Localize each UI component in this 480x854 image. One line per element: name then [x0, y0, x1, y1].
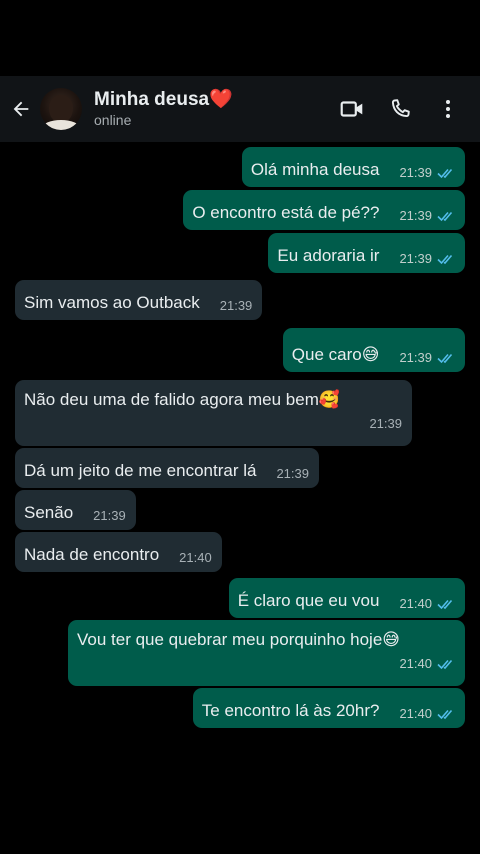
message-row: Não deu uma de falido agora meu bem🥰 21:…	[0, 380, 480, 446]
message-meta: 21:39	[399, 162, 455, 184]
contact-avatar[interactable]	[40, 88, 82, 130]
message-meta: 21:40	[399, 703, 455, 725]
message-time: 21:39	[399, 350, 432, 365]
message-row: Vou ter que quebrar meu porquinho hoje😅 …	[0, 620, 480, 686]
message-time: 21:40	[399, 596, 432, 611]
voice-call-icon	[391, 99, 410, 118]
video-call-button[interactable]	[328, 85, 376, 133]
more-options-icon	[446, 100, 450, 118]
message-row: Dá um jeito de me encontrar lá 21:39	[0, 448, 480, 488]
read-receipt-icon	[437, 658, 455, 670]
message-meta: 21:40	[179, 547, 212, 569]
incoming-message-bubble[interactable]: Nada de encontro 21:40	[15, 532, 222, 572]
message-time: 21:40	[399, 706, 432, 721]
message-meta: 21:39	[399, 205, 455, 227]
chat-header: Minha deusa❤️ online	[0, 76, 480, 142]
message-time: 21:39	[399, 208, 432, 223]
video-call-icon	[340, 101, 363, 117]
outgoing-message-bubble[interactable]: Olá minha deusa 21:39	[241, 147, 465, 187]
contact-info[interactable]: Minha deusa❤️ online	[94, 89, 328, 129]
outgoing-message-bubble[interactable]: Que caro😅 21:39	[282, 328, 465, 372]
message-row: Nada de encontro 21:40	[0, 532, 480, 572]
message-time: 21:39	[399, 251, 432, 266]
back-arrow-icon	[13, 101, 29, 117]
header-actions	[328, 85, 472, 133]
incoming-message-bubble[interactable]: Não deu uma de falido agora meu bem🥰 21:…	[15, 380, 412, 446]
message-time: 21:39	[369, 416, 402, 431]
message-text: Não deu uma de falido agora meu bem🥰	[24, 390, 341, 409]
avatar-face	[49, 95, 73, 123]
incoming-message-bubble[interactable]: Dá um jeito de me encontrar lá 21:39	[15, 448, 319, 488]
message-text: Sim vamos ao Outback	[24, 293, 200, 312]
message-row: Te encontro lá às 20hr? 21:40	[0, 688, 480, 728]
incoming-message-bubble[interactable]: Senão 21:39	[15, 490, 136, 530]
message-meta: 21:39	[276, 463, 309, 485]
message-meta: 21:40	[399, 593, 455, 615]
message-text: Te encontro lá às 20hr?	[201, 701, 380, 720]
outgoing-message-bubble[interactable]: Eu adoraria ir 21:39	[268, 233, 465, 273]
message-text: Eu adoraria ir	[277, 246, 380, 265]
message-row: Eu adoraria ir 21:39	[0, 233, 480, 273]
read-receipt-icon	[437, 708, 455, 720]
outgoing-message-bubble[interactable]: Te encontro lá às 20hr? 21:40	[192, 688, 465, 728]
read-receipt-icon	[437, 253, 455, 265]
message-meta: 21:39	[399, 347, 455, 369]
outgoing-message-bubble[interactable]: É claro que eu vou 21:40	[228, 578, 465, 618]
message-meta: 21:39	[369, 413, 402, 435]
message-text: Olá minha deusa	[250, 160, 380, 179]
message-text: Dá um jeito de me encontrar lá	[24, 461, 257, 480]
message-text: O encontro está de pé??	[192, 203, 380, 222]
outgoing-message-bubble[interactable]: O encontro está de pé?? 21:39	[183, 190, 465, 230]
message-meta: 21:39	[93, 505, 126, 527]
message-time: 21:39	[93, 508, 126, 523]
message-text: Vou ter que quebrar meu porquinho hoje😅	[77, 630, 400, 649]
message-time: 21:39	[399, 165, 432, 180]
message-meta: 21:39	[220, 295, 253, 317]
message-text: Nada de encontro	[24, 545, 160, 564]
more-options-button[interactable]	[424, 85, 472, 133]
voice-call-button[interactable]	[376, 85, 424, 133]
message-row: O encontro está de pé?? 21:39	[0, 190, 480, 230]
message-row: Sim vamos ao Outback 21:39	[0, 280, 480, 320]
incoming-message-bubble[interactable]: Sim vamos ao Outback 21:39	[15, 280, 263, 320]
message-time: 21:40	[399, 656, 432, 671]
contact-name: Minha deusa❤️	[94, 89, 233, 110]
message-meta: 21:40	[399, 653, 455, 675]
message-row: Senão 21:39	[0, 490, 480, 530]
contact-status: online	[94, 112, 132, 128]
message-list[interactable]: Olá minha deusa 21:39 O encontro está de…	[0, 142, 480, 854]
read-receipt-icon	[437, 352, 455, 364]
message-time: 21:40	[179, 550, 212, 565]
avatar-shirt	[42, 120, 80, 130]
message-time: 21:39	[276, 466, 309, 481]
message-text: Senão	[24, 503, 74, 522]
message-text: É claro que eu vou	[237, 591, 380, 610]
message-row: Olá minha deusa 21:39	[0, 147, 480, 187]
read-receipt-icon	[437, 167, 455, 179]
message-text: Que caro😅	[291, 345, 380, 364]
read-receipt-icon	[437, 210, 455, 222]
outgoing-message-bubble[interactable]: Vou ter que quebrar meu porquinho hoje😅 …	[68, 620, 465, 686]
back-button[interactable]	[2, 76, 40, 142]
message-meta: 21:39	[399, 248, 455, 270]
message-time: 21:39	[219, 298, 253, 313]
message-row: Que caro😅 21:39	[0, 328, 480, 372]
read-receipt-icon	[437, 598, 455, 610]
chat-screen: Minha deusa❤️ online Olá minha deusa 21:…	[0, 0, 480, 854]
message-row: É claro que eu vou 21:40	[0, 578, 480, 618]
